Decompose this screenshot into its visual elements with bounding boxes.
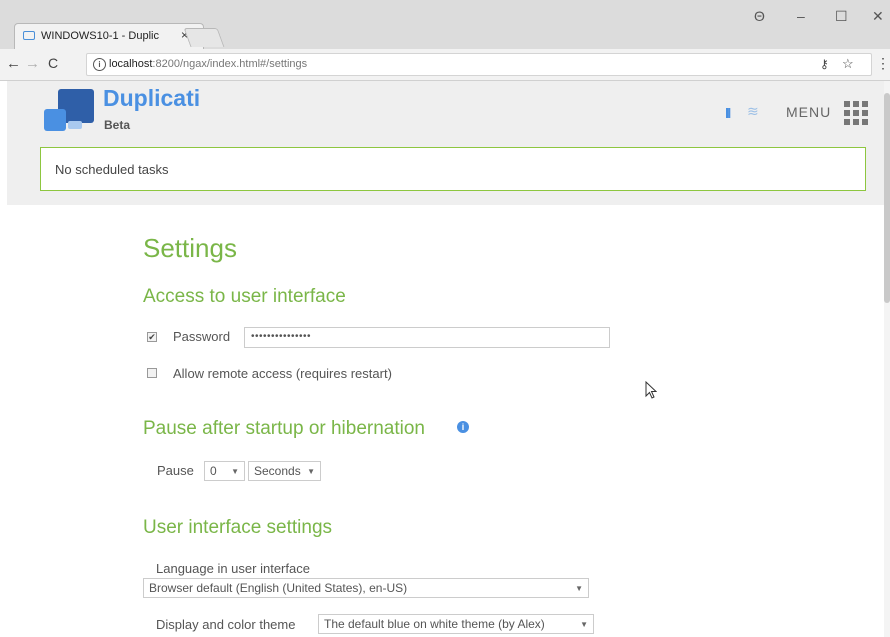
url-text[interactable]: localhost:8200/ngax/index.html#/settings xyxy=(109,58,307,70)
chevron-down-icon: ▼ xyxy=(575,584,583,593)
language-select[interactable]: Browser default (English (United States)… xyxy=(143,578,589,598)
brand-name[interactable]: Duplicati xyxy=(103,85,200,112)
address-bar[interactable]: i localhost:8200/ngax/index.html#/settin… xyxy=(86,53,872,76)
remote-access-checkbox[interactable] xyxy=(147,368,157,378)
url-path: :8200/ngax/index.html#/settings xyxy=(152,58,308,70)
key-icon[interactable]: ⚷ xyxy=(820,57,829,71)
chevron-down-icon: ▼ xyxy=(231,467,239,476)
site-info-icon[interactable]: i xyxy=(93,58,106,71)
browser-menu-icon[interactable]: ⋮ xyxy=(876,55,890,72)
section-heading-access: Access to user interface xyxy=(143,286,346,307)
password-field[interactable]: ••••••••••••••• xyxy=(244,327,610,348)
new-tab-button[interactable] xyxy=(183,28,225,47)
status-text: No scheduled tasks xyxy=(55,162,169,177)
theme-label: Display and color theme xyxy=(156,617,296,632)
scrollbar-thumb[interactable] xyxy=(884,93,890,303)
url-host: localhost xyxy=(109,58,153,70)
app-header: Duplicati Beta II ≋ MENU No scheduled ta… xyxy=(7,81,884,205)
language-label: Language in user interface xyxy=(156,561,310,576)
page-scrollbar[interactable] xyxy=(884,81,890,637)
theme-value: The default blue on white theme (by Alex… xyxy=(324,617,545,631)
pause-value-select[interactable]: 0 ▼ xyxy=(204,461,245,481)
brand-edition: Beta xyxy=(104,118,131,132)
pause-unit: Seconds xyxy=(254,464,301,478)
minimize-button[interactable]: – xyxy=(797,8,805,24)
maximize-button[interactable]: ☐ xyxy=(835,8,848,25)
menu-grid-icon[interactable] xyxy=(844,101,868,125)
profile-icon[interactable]: Θ xyxy=(754,8,765,24)
back-arrow-icon[interactable]: ← xyxy=(6,55,21,72)
forward-arrow-icon[interactable]: → xyxy=(25,55,40,72)
status-box: No scheduled tasks xyxy=(40,147,866,191)
browser-toolbar: ← → C i localhost:8200/ngax/index.html#/… xyxy=(0,49,890,81)
tab-title: WINDOWS10-1 - Duplic xyxy=(41,30,159,42)
section-heading-pause: Pause after startup or hibernation xyxy=(143,418,426,439)
pause-icon[interactable]: II xyxy=(725,105,732,122)
password-label: Password xyxy=(173,329,231,344)
mouse-cursor-icon xyxy=(645,381,657,399)
pause-unit-select[interactable]: Seconds ▼ xyxy=(248,461,321,481)
remote-access-label: Allow remote access (requires restart) xyxy=(173,366,392,381)
pause-value: 0 xyxy=(210,464,217,478)
browser-tab-strip: WINDOWS10-1 - Duplic × Θ – ☐ ✕ xyxy=(0,0,890,49)
pause-label: Pause xyxy=(157,463,194,478)
browser-tab[interactable]: WINDOWS10-1 - Duplic × xyxy=(14,23,204,49)
chevron-down-icon: ▼ xyxy=(580,620,588,629)
info-icon[interactable]: i xyxy=(457,421,469,433)
bookmark-star-icon[interactable]: ☆ xyxy=(842,56,854,72)
password-checkbox[interactable]: ✔ xyxy=(147,332,157,342)
throttle-icon[interactable]: ≋ xyxy=(747,103,759,120)
section-heading-ui: User interface settings xyxy=(143,517,333,538)
duplicati-favicon-icon xyxy=(23,31,35,40)
page-title: Settings xyxy=(143,233,237,263)
theme-select[interactable]: The default blue on white theme (by Alex… xyxy=(318,614,594,634)
close-window-button[interactable]: ✕ xyxy=(872,8,884,25)
menu-button[interactable]: MENU xyxy=(786,104,831,120)
reload-icon[interactable]: C xyxy=(48,55,58,71)
duplicati-logo-icon[interactable] xyxy=(44,89,96,133)
language-value: Browser default (English (United States)… xyxy=(149,581,408,595)
chevron-down-icon: ▼ xyxy=(307,467,315,476)
